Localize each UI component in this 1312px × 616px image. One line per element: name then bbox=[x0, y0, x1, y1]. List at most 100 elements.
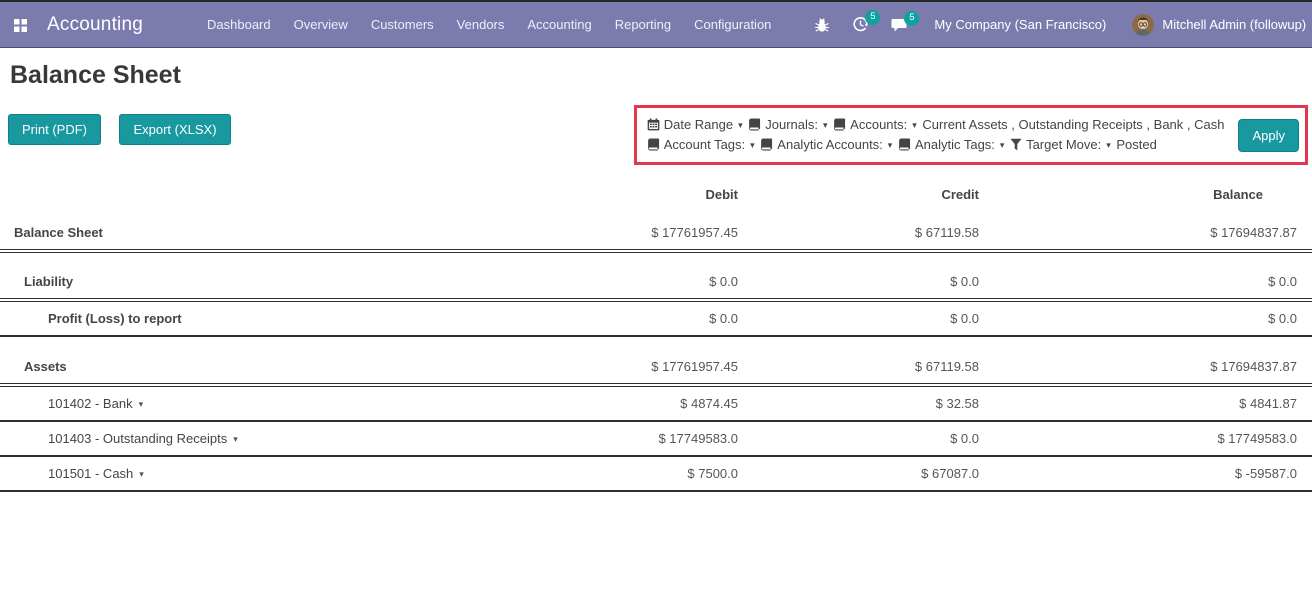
calendar-icon bbox=[647, 118, 660, 131]
balance-sheet-table: Debit Credit Balance Balance Sheet$ 1776… bbox=[0, 178, 1312, 492]
user-avatar bbox=[1132, 14, 1154, 36]
report-row-assets: Assets$ 17761957.45$ 67119.58$ 17694837.… bbox=[0, 350, 1312, 385]
debit-column-header: Debit bbox=[512, 178, 753, 216]
report-page: Balance Sheet Print (PDF) Export (XLSX) … bbox=[0, 61, 1312, 492]
apply-button[interactable]: Apply bbox=[1238, 119, 1299, 152]
debit-value: $ 7500.0 bbox=[512, 456, 753, 491]
messages-chat-icon[interactable]: 5 bbox=[891, 17, 908, 33]
activity-count-badge: 5 bbox=[865, 10, 880, 25]
report-row-101403-outstanding-receipts: 101403 - Outstanding Receipts▾ $ 17749583… bbox=[0, 421, 1312, 456]
menu-item-overview[interactable]: Overview bbox=[292, 13, 350, 36]
actions-row: Print (PDF) Export (XLSX) Date Range ▾ Jo… bbox=[0, 105, 1312, 165]
menu-item-customers[interactable]: Customers bbox=[369, 13, 436, 36]
filter-lines: Date Range ▾ Journals: ▾ Accounts:▾ Curren… bbox=[647, 115, 1225, 155]
caret-down-icon: ▾ bbox=[738, 120, 743, 130]
report-row-balance-sheet: Balance Sheet$ 17761957.45$ 67119.58$ 17… bbox=[0, 216, 1312, 251]
credit-value: $ 67119.58 bbox=[753, 350, 994, 385]
activities-clock-icon[interactable]: 5 bbox=[852, 16, 869, 33]
balance-value: $ 17749583.0 bbox=[994, 421, 1312, 456]
filter-label: Analytic Accounts: bbox=[777, 137, 883, 152]
filter-target-move[interactable]: Target Move: ▾ Posted bbox=[1010, 137, 1157, 152]
filter-analytic-accounts[interactable]: Analytic Accounts: ▾ bbox=[760, 137, 898, 152]
menu-item-vendors[interactable]: Vendors bbox=[455, 13, 507, 36]
user-name: Mitchell Admin (followup) bbox=[1162, 17, 1306, 32]
balance-value: $ 4841.87 bbox=[994, 385, 1312, 421]
caret-down-icon: ▾ bbox=[823, 120, 828, 130]
filter-line-2: Account Tags:▾ Analytic Accounts: ▾ Analy… bbox=[647, 135, 1225, 155]
spacer-row bbox=[0, 251, 1312, 265]
row-label: Balance Sheet bbox=[0, 216, 512, 251]
export-xlsx-button[interactable]: Export (XLSX) bbox=[119, 114, 230, 145]
caret-down-icon: ▾ bbox=[139, 469, 144, 479]
menu-item-configuration[interactable]: Configuration bbox=[692, 13, 773, 36]
filter-analytic-tags[interactable]: Analytic Tags:▾ bbox=[898, 137, 1010, 152]
balance-value: $ 17694837.87 bbox=[994, 350, 1312, 385]
row-label[interactable]: 101402 - Bank▾ bbox=[0, 385, 512, 421]
report-row-profit-loss-to-report: Profit (Loss) to report$ 0.0$ 0.0$ 0.0 bbox=[0, 300, 1312, 336]
credit-value: $ 0.0 bbox=[753, 300, 994, 336]
company-switcher[interactable]: My Company (San Francisco) bbox=[934, 17, 1106, 32]
app-brand[interactable]: Accounting bbox=[47, 14, 143, 36]
row-label[interactable]: 101403 - Outstanding Receipts▾ bbox=[0, 421, 512, 456]
spacer-row bbox=[0, 336, 1312, 350]
credit-value: $ 32.58 bbox=[753, 385, 994, 421]
credit-value: $ 67119.58 bbox=[753, 216, 994, 251]
debit-value: $ 0.0 bbox=[512, 300, 753, 336]
book-icon bbox=[760, 138, 773, 151]
credit-value: $ 0.0 bbox=[753, 421, 994, 456]
filter-icon bbox=[1010, 138, 1022, 151]
top-navbar: Accounting Dashboard Overview Customers Ven… bbox=[0, 0, 1312, 48]
navbar-right: 5 5 My Company (San Francisco) bbox=[792, 14, 1306, 36]
print-pdf-button[interactable]: Print (PDF) bbox=[8, 114, 101, 145]
balance-value: $ 0.0 bbox=[994, 265, 1312, 300]
row-label: Liability bbox=[0, 265, 512, 300]
report-row-101501-cash: 101501 - Cash▾$ 7500.0$ 67087.0$ -59587.… bbox=[0, 456, 1312, 491]
menu-item-accounting[interactable]: Accounting bbox=[525, 13, 593, 36]
caret-down-icon: ▾ bbox=[750, 140, 755, 150]
balance-value: $ 0.0 bbox=[994, 300, 1312, 336]
report-row-101402-bank: 101402 - Bank▾$ 4874.45$ 32.58$ 4841.87 bbox=[0, 385, 1312, 421]
report-row-liability: Liability$ 0.0$ 0.0$ 0.0 bbox=[0, 265, 1312, 300]
filter-line-1: Date Range ▾ Journals: ▾ Accounts:▾ Curren… bbox=[647, 115, 1225, 135]
credit-column-header: Credit bbox=[753, 178, 994, 216]
filter-value: Current Assets , Outstanding Receipts , … bbox=[922, 117, 1224, 132]
filter-value: Posted bbox=[1116, 137, 1156, 152]
row-label[interactable]: 101501 - Cash▾ bbox=[0, 456, 512, 491]
filter-label: Journals: bbox=[765, 117, 818, 132]
book-icon bbox=[898, 138, 911, 151]
balance-value: $ 17694837.87 bbox=[994, 216, 1312, 251]
debug-bug-icon[interactable] bbox=[814, 17, 830, 33]
debit-value: $ 17761957.45 bbox=[512, 216, 753, 251]
filter-accounts[interactable]: Accounts:▾ Current Assets , Outstanding … bbox=[833, 117, 1224, 132]
name-column-header bbox=[0, 178, 512, 216]
export-buttons: Print (PDF) Export (XLSX) bbox=[8, 114, 245, 145]
credit-value: $ 0.0 bbox=[753, 265, 994, 300]
menu-item-dashboard[interactable]: Dashboard bbox=[205, 13, 273, 36]
book-icon bbox=[833, 118, 846, 131]
balance-column-header: Balance bbox=[994, 178, 1312, 216]
apps-menu-icon[interactable] bbox=[13, 18, 28, 33]
message-count-badge: 5 bbox=[904, 11, 919, 26]
caret-down-icon: ▾ bbox=[1106, 140, 1111, 150]
balance-value: $ -59587.0 bbox=[994, 456, 1312, 491]
caret-down-icon: ▾ bbox=[139, 399, 144, 409]
row-label: Assets bbox=[0, 350, 512, 385]
caret-down-icon: ▾ bbox=[233, 434, 238, 444]
user-menu[interactable]: Mitchell Admin (followup) bbox=[1132, 14, 1306, 36]
menu-item-reporting[interactable]: Reporting bbox=[613, 13, 673, 36]
main-menu: Dashboard Overview Customers Vendors Account… bbox=[205, 13, 792, 36]
book-icon bbox=[748, 118, 761, 131]
page-title: Balance Sheet bbox=[10, 61, 1312, 90]
debit-value: $ 0.0 bbox=[512, 265, 753, 300]
row-label: Profit (Loss) to report bbox=[0, 300, 512, 336]
filter-journals[interactable]: Journals: ▾ bbox=[748, 117, 833, 132]
filter-label: Target Move: bbox=[1026, 137, 1101, 152]
filter-account-tags[interactable]: Account Tags:▾ bbox=[647, 137, 761, 152]
filter-panel: Date Range ▾ Journals: ▾ Accounts:▾ Curren… bbox=[634, 105, 1308, 165]
filter-date-range[interactable]: Date Range ▾ bbox=[647, 117, 749, 132]
book-icon bbox=[647, 138, 660, 151]
filter-label: Date Range bbox=[664, 117, 733, 132]
debit-value: $ 4874.45 bbox=[512, 385, 753, 421]
caret-down-icon: ▾ bbox=[1000, 140, 1005, 150]
caret-down-icon: ▾ bbox=[888, 140, 893, 150]
